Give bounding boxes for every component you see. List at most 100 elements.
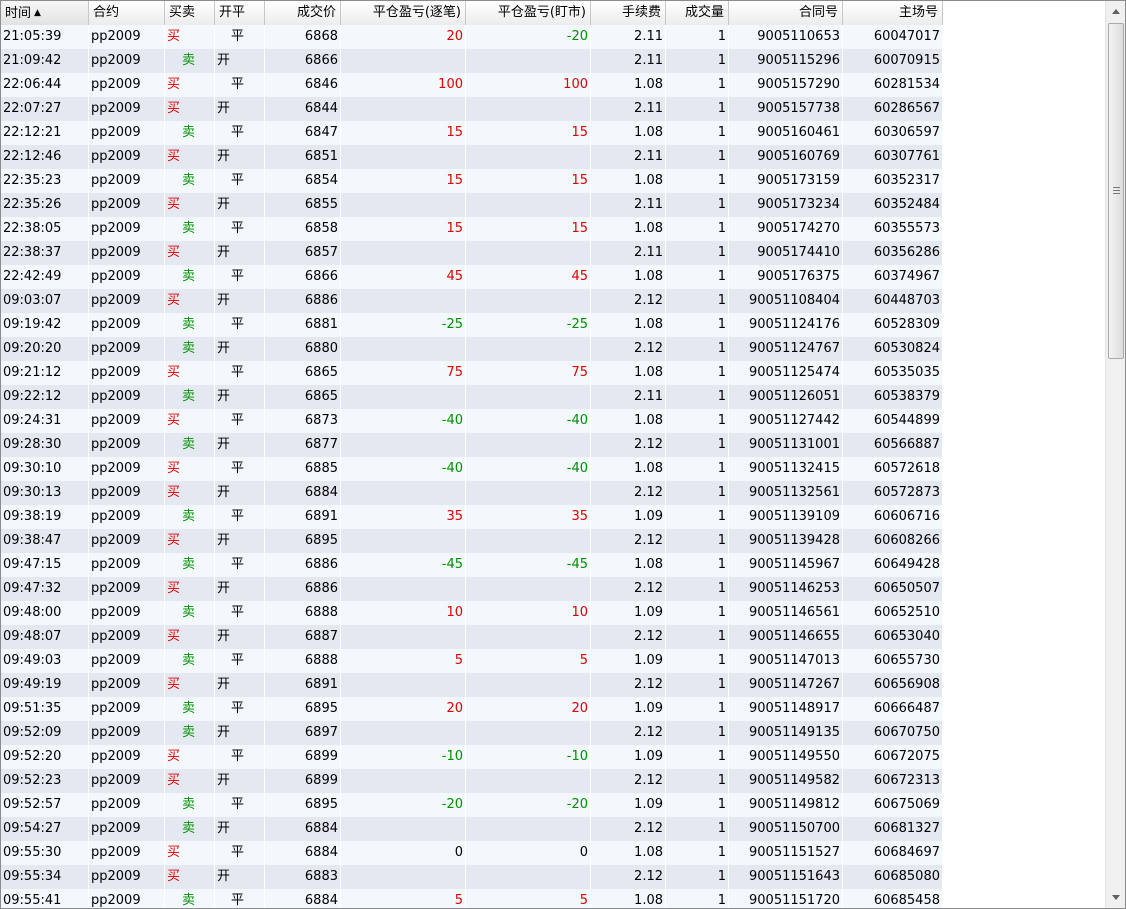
cell-exchange_no: 60374967 bbox=[843, 265, 943, 289]
table-row[interactable]: 09:52:20 pp2009 买平 6899 -10 -10 1.09 1 900511495… bbox=[1, 745, 1105, 769]
row-empty-area bbox=[943, 289, 1105, 313]
row-empty-area bbox=[943, 481, 1105, 505]
column-header-contract[interactable]: 合约 bbox=[89, 1, 165, 25]
cell-exchange_no: 60070915 bbox=[843, 49, 943, 73]
column-header-oc[interactable]: 开平 bbox=[215, 1, 265, 25]
cell-contract: pp2009 bbox=[89, 193, 165, 217]
column-header-pnl_mark[interactable]: 平仓盈亏(盯市) bbox=[466, 1, 591, 25]
table-row[interactable]: 09:38:19 pp2009 卖平 6891 35 35 1.09 1 90051139109… bbox=[1, 505, 1105, 529]
cell-contract: pp2009 bbox=[89, 745, 165, 769]
table-row[interactable]: 22:42:49 pp2009 卖平 6866 45 45 1.08 1 9005176375 6… bbox=[1, 265, 1105, 289]
table-row[interactable]: 09:48:00 pp2009 卖平 6888 10 10 1.09 1 90051146561… bbox=[1, 601, 1105, 625]
table-row[interactable]: 09:28:30 pp2009 卖开 6877 2.12 1 90051131001 6056… bbox=[1, 433, 1105, 457]
table-row[interactable]: 09:54:27 pp2009 卖开 6884 2.12 1 90051150700 6068… bbox=[1, 817, 1105, 841]
table-row[interactable]: 09:49:03 pp2009 卖平 6888 5 5 1.09 1 90051147013 60… bbox=[1, 649, 1105, 673]
cell-exchange_no: 60307761 bbox=[843, 145, 943, 169]
column-header-price[interactable]: 成交价 bbox=[265, 1, 341, 25]
cell-pnl_daily bbox=[341, 145, 466, 169]
table-row[interactable]: 22:35:26 pp2009 买开 6855 2.11 1 9005173234 60352… bbox=[1, 193, 1105, 217]
table-row[interactable]: 22:38:05 pp2009 卖平 6858 15 15 1.08 1 9005174270 6… bbox=[1, 217, 1105, 241]
row-empty-area bbox=[943, 121, 1105, 145]
column-header-label: 成交量 bbox=[684, 5, 724, 20]
scrollbar-thumb[interactable] bbox=[1108, 23, 1124, 359]
cell-contract_no: 90051132561 bbox=[729, 481, 843, 505]
row-empty-area bbox=[943, 841, 1105, 865]
table-row[interactable]: 22:12:21 pp2009 卖平 6847 15 15 1.08 1 9005160461 6… bbox=[1, 121, 1105, 145]
cell-exchange_no: 60685458 bbox=[843, 889, 943, 908]
cell-pnl_mark bbox=[466, 241, 591, 265]
cell-contract: pp2009 bbox=[89, 865, 165, 889]
column-header-qty[interactable]: 成交量 bbox=[666, 1, 729, 25]
column-header-fee[interactable]: 手续费 bbox=[591, 1, 666, 25]
table-row[interactable]: 22:38:37 pp2009 买开 6857 2.11 1 9005174410 60356… bbox=[1, 241, 1105, 265]
cell-oc: 平 bbox=[215, 841, 265, 865]
row-empty-area bbox=[943, 241, 1105, 265]
cell-contract_no: 90051149135 bbox=[729, 721, 843, 745]
column-header-time[interactable]: 时间 ▲ bbox=[1, 1, 89, 25]
cell-contract_no: 90051148917 bbox=[729, 697, 843, 721]
table-row[interactable]: 09:51:35 pp2009 卖平 6895 20 20 1.09 1 90051148917… bbox=[1, 697, 1105, 721]
table-row[interactable]: 09:49:19 pp2009 买开 6891 2.12 1 90051147267 6065… bbox=[1, 673, 1105, 697]
table-row[interactable]: 09:20:20 pp2009 卖开 6880 2.12 1 90051124767 6053… bbox=[1, 337, 1105, 361]
column-header-exchange_no[interactable]: 主场号 bbox=[843, 1, 943, 25]
scroll-down-button[interactable] bbox=[1107, 889, 1124, 906]
row-empty-area bbox=[943, 385, 1105, 409]
table-row[interactable]: 09:38:47 pp2009 买开 6895 2.12 1 90051139428 6060… bbox=[1, 529, 1105, 553]
grip-line bbox=[1113, 193, 1120, 194]
table-row[interactable]: 09:30:10 pp2009 买平 6885 -40 -40 1.08 1 900511324… bbox=[1, 457, 1105, 481]
cell-qty: 1 bbox=[666, 241, 729, 265]
table-row[interactable]: 09:24:31 pp2009 买平 6873 -40 -40 1.08 1 900511274… bbox=[1, 409, 1105, 433]
table-row[interactable]: 09:52:57 pp2009 卖平 6895 -20 -20 1.09 1 900511498… bbox=[1, 793, 1105, 817]
cell-pnl_daily bbox=[341, 193, 466, 217]
table-row[interactable]: 22:06:44 pp2009 买平 6846 100 100 1.08 1 900515729… bbox=[1, 73, 1105, 97]
cell-exchange_no: 60352317 bbox=[843, 169, 943, 193]
cell-side: 买 bbox=[165, 193, 215, 217]
table-row[interactable]: 09:55:41 pp2009 卖平 6884 5 5 1.08 1 90051151720 60… bbox=[1, 889, 1105, 908]
column-header-contract_no[interactable]: 合同号 bbox=[729, 1, 843, 25]
table-row[interactable]: 21:09:42 pp2009 卖开 6866 2.11 1 9005115296 60070… bbox=[1, 49, 1105, 73]
table-row[interactable]: 09:48:07 pp2009 买开 6887 2.12 1 90051146655 6065… bbox=[1, 625, 1105, 649]
cell-qty: 1 bbox=[666, 601, 729, 625]
cell-pnl_daily: 45 bbox=[341, 265, 466, 289]
cell-contract: pp2009 bbox=[89, 361, 165, 385]
cell-pnl_mark bbox=[466, 769, 591, 793]
cell-side: 买 bbox=[165, 841, 215, 865]
table-row[interactable]: 09:55:30 pp2009 买平 6884 0 0 1.08 1 90051151527 60… bbox=[1, 841, 1105, 865]
table-row[interactable]: 09:21:12 pp2009 买平 6865 75 75 1.08 1 90051125474… bbox=[1, 361, 1105, 385]
table-row[interactable]: 09:47:32 pp2009 买开 6886 2.12 1 90051146253 6065… bbox=[1, 577, 1105, 601]
vertical-scrollbar[interactable] bbox=[1105, 1, 1125, 908]
table-row[interactable]: 09:55:34 pp2009 买开 6883 2.12 1 90051151643 6068… bbox=[1, 865, 1105, 889]
table-row[interactable]: 09:47:15 pp2009 卖平 6886 -45 -45 1.08 1 900511459… bbox=[1, 553, 1105, 577]
row-empty-area bbox=[943, 697, 1105, 721]
table-row[interactable]: 22:07:27 pp2009 买开 6844 2.11 1 9005157738 60286… bbox=[1, 97, 1105, 121]
cell-contract_no: 90051146253 bbox=[729, 577, 843, 601]
table-row[interactable]: 22:12:46 pp2009 买开 6851 2.11 1 9005160769 60307… bbox=[1, 145, 1105, 169]
scroll-up-button[interactable] bbox=[1107, 3, 1124, 20]
cell-price: 6851 bbox=[265, 145, 341, 169]
column-header-side[interactable]: 买卖 bbox=[165, 1, 215, 25]
column-header-label: 时间 bbox=[5, 6, 32, 21]
cell-qty: 1 bbox=[666, 289, 729, 313]
cell-qty: 1 bbox=[666, 673, 729, 697]
cell-fee: 2.11 bbox=[591, 49, 666, 73]
cell-exchange_no: 60538379 bbox=[843, 385, 943, 409]
row-empty-area bbox=[943, 505, 1105, 529]
cell-pnl_daily bbox=[341, 337, 466, 361]
table-row[interactable]: 22:35:23 pp2009 卖平 6854 15 15 1.08 1 9005173159 6… bbox=[1, 169, 1105, 193]
cell-fee: 1.08 bbox=[591, 841, 666, 865]
cell-oc: 平 bbox=[215, 409, 265, 433]
table-row[interactable]: 09:52:23 pp2009 买开 6899 2.12 1 90051149582 6067… bbox=[1, 769, 1105, 793]
cell-pnl_daily: 10 bbox=[341, 601, 466, 625]
cell-pnl_mark bbox=[466, 625, 591, 649]
table-row[interactable]: 09:52:09 pp2009 卖开 6897 2.12 1 90051149135 6067… bbox=[1, 721, 1105, 745]
cell-time: 22:12:21 bbox=[1, 121, 89, 145]
table-row[interactable]: 09:19:42 pp2009 卖平 6881 -25 -25 1.08 1 900511241… bbox=[1, 313, 1105, 337]
cell-side: 卖 bbox=[165, 337, 215, 361]
column-header-pnl_daily[interactable]: 平仓盈亏(逐笔) bbox=[341, 1, 466, 25]
table-row[interactable]: 09:30:13 pp2009 买开 6884 2.12 1 90051132561 6057… bbox=[1, 481, 1105, 505]
table-row[interactable]: 09:03:07 pp2009 买开 6886 2.12 1 90051108404 6044… bbox=[1, 289, 1105, 313]
cell-exchange_no: 60566887 bbox=[843, 433, 943, 457]
row-empty-area bbox=[943, 49, 1105, 73]
table-row[interactable]: 09:22:12 pp2009 卖开 6865 2.11 1 90051126051 6053… bbox=[1, 385, 1105, 409]
table-row[interactable]: 21:05:39 pp2009 买平 6868 20 -20 2.11 1 9005110653… bbox=[1, 25, 1105, 49]
